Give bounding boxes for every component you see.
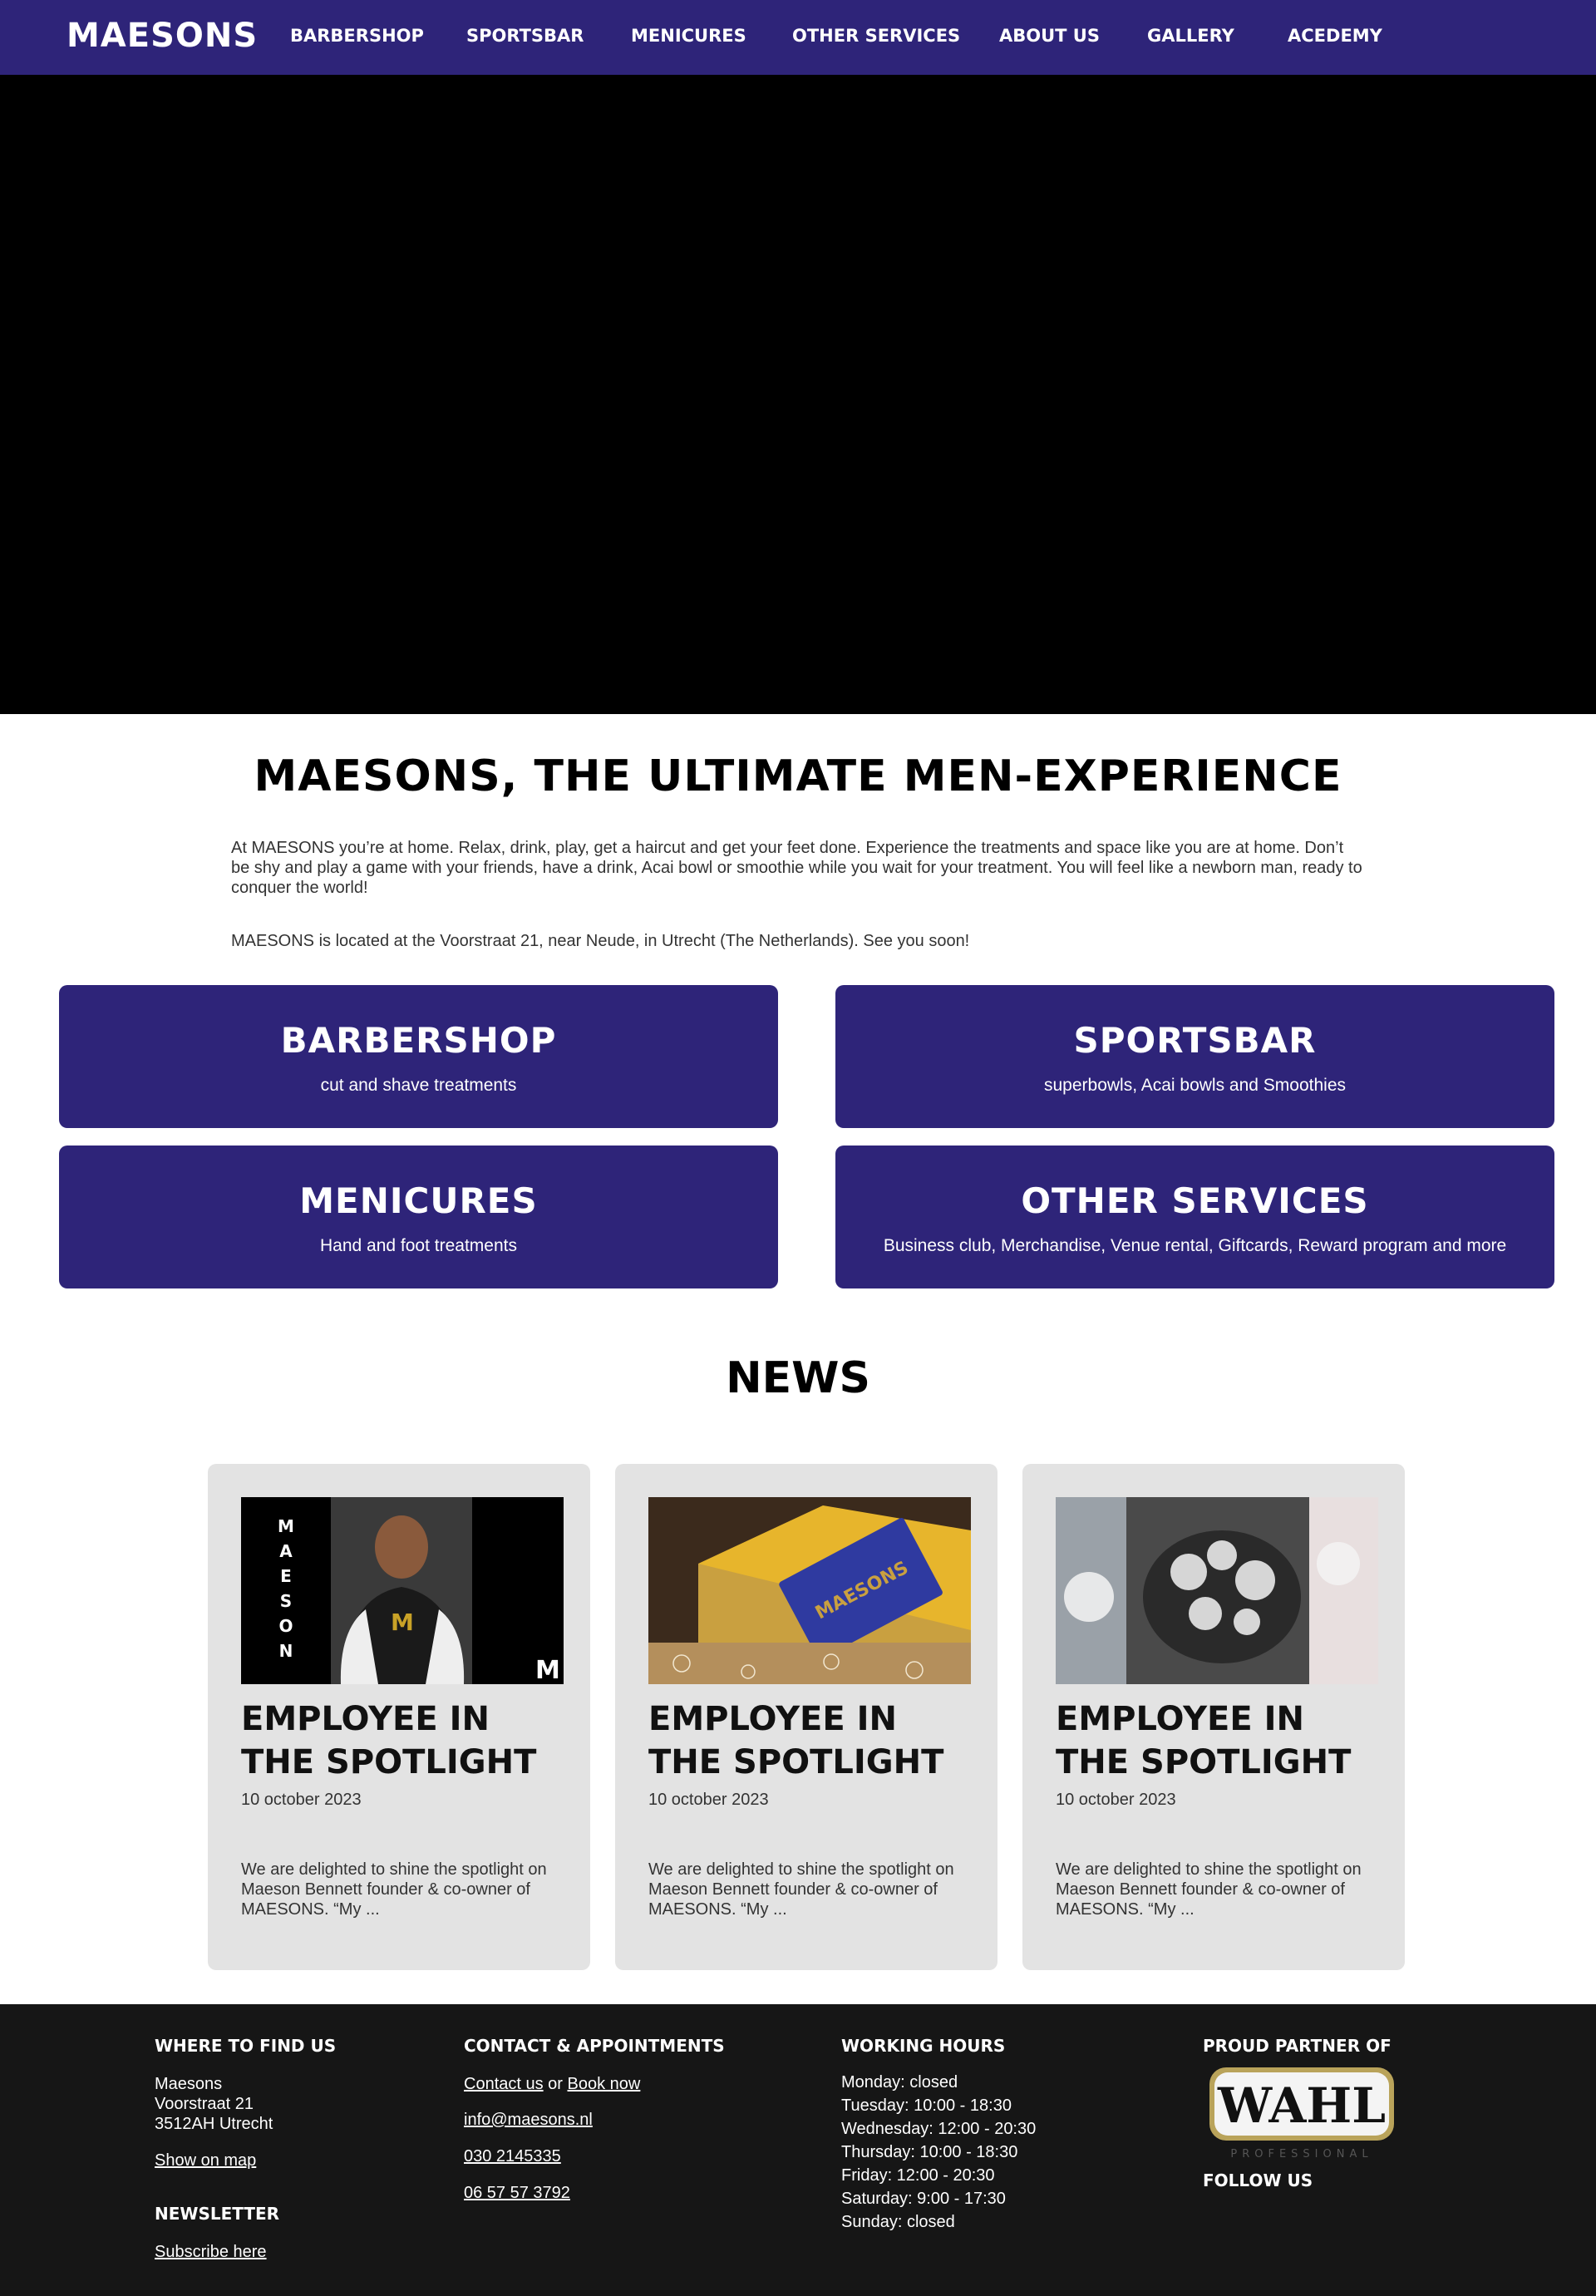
phone-link-1[interactable]: 030 2145335 <box>464 2147 561 2166</box>
site-footer: WHERE TO FIND US Maesons Voorstraat 21 3… <box>0 2004 1596 2296</box>
service-subtitle: Business club, Merchandise, Venue rental… <box>883 1236 1507 1255</box>
news-card[interactable]: EMPLOYEE IN THE SPOTLIGHT 10 october 202… <box>1022 1464 1405 1970</box>
news-date: 10 october 2023 <box>1056 1791 1176 1809</box>
wahl-logo-text: WAHL <box>1217 2077 1386 2134</box>
wahl-logo[interactable]: WAHL PROFESSIONAL <box>1206 2064 1397 2162</box>
hours-monday: Monday: closed <box>841 2073 958 2092</box>
svg-text:M: M <box>278 1516 294 1536</box>
news-card-title[interactable]: EMPLOYEE IN THE SPOTLIGHT <box>241 1697 574 1784</box>
phone-link-2[interactable]: 06 57 57 3792 <box>464 2184 570 2203</box>
hours-thursday: Thursday: 10:00 - 18:30 <box>841 2143 1018 2161</box>
intro-location-paragraph: MAESONS is located at the Voorstraat 21,… <box>231 932 970 950</box>
top-navigation: MAESONS BARBERSHOP SPORTSBAR MENICURES O… <box>0 0 1596 75</box>
news-date: 10 october 2023 <box>648 1791 769 1809</box>
book-now-link[interactable]: Book now <box>568 2075 641 2093</box>
nav-link-about-us[interactable]: ABOUT US <box>999 26 1100 46</box>
service-title: MENICURES <box>299 1180 538 1221</box>
hours-wednesday: Wednesday: 12:00 - 20:30 <box>841 2120 1037 2138</box>
nav-link-menicures[interactable]: MENICURES <box>631 26 746 46</box>
service-title: OTHER SERVICES <box>1021 1180 1369 1221</box>
email-link[interactable]: info@maesons.nl <box>464 2111 593 2130</box>
svg-text:S: S <box>280 1591 292 1611</box>
footer-contact-line: Contact us or Book now <box>464 2074 640 2094</box>
service-title: SPORTSBAR <box>1073 1020 1317 1061</box>
footer-contact-heading: CONTACT & APPOINTMENTS <box>464 2036 725 2056</box>
svg-text:M: M <box>535 1656 560 1684</box>
news-card-title[interactable]: EMPLOYEE IN THE SPOTLIGHT <box>1056 1697 1388 1784</box>
service-card-sportsbar[interactable]: SPORTSBAR superbowls, Acai bowls and Smo… <box>835 985 1554 1128</box>
service-card-menicures[interactable]: MENICURES Hand and foot treatments <box>59 1146 778 1288</box>
nav-link-other-services[interactable]: OTHER SERVICES <box>792 26 960 46</box>
news-card[interactable]: MAESONS EMPLOYEE IN THE SPOTLIGHT 10 oct… <box>615 1464 998 1970</box>
service-card-other-services[interactable]: OTHER SERVICES Business club, Merchandis… <box>835 1146 1554 1288</box>
service-subtitle: superbowls, Acai bowls and Smoothies <box>1043 1076 1347 1095</box>
svg-text:M: M <box>391 1609 414 1636</box>
svg-text:E: E <box>280 1566 292 1586</box>
svg-text:N: N <box>279 1641 293 1661</box>
contact-us-link[interactable]: Contact us <box>464 2075 544 2093</box>
news-date: 10 october 2023 <box>241 1791 362 1809</box>
working-hours-list: Monday: closed Tuesday: 10:00 - 18:30 We… <box>841 2071 1036 2234</box>
nav-link-sportsbar[interactable]: SPORTSBAR <box>466 26 584 46</box>
svg-text:O: O <box>278 1616 293 1636</box>
service-subtitle: Hand and foot treatments <box>320 1236 517 1255</box>
hero-video[interactable] <box>0 75 1596 714</box>
news-excerpt: We are delighted to shine the spotlight … <box>648 1860 954 1919</box>
news-image-giftcard[interactable]: MAESONS <box>648 1497 971 1684</box>
footer-address-name: Maesons <box>155 2075 223 2093</box>
service-subtitle: cut and shave treatments <box>320 1076 517 1095</box>
footer-partner-heading: PROUD PARTNER OF <box>1203 2036 1392 2056</box>
news-excerpt: We are delighted to shine the spotlight … <box>241 1860 547 1919</box>
subscribe-link[interactable]: Subscribe here <box>155 2243 267 2262</box>
hours-sunday: Sunday: closed <box>841 2213 955 2231</box>
news-excerpt: We are delighted to shine the spotlight … <box>1056 1860 1362 1919</box>
follow-us-heading: FOLLOW US <box>1203 2170 1313 2190</box>
site-logo[interactable]: MAESONS <box>66 17 258 55</box>
footer-or-text: or <box>548 2075 563 2093</box>
hours-saturday: Saturday: 9:00 - 17:30 <box>841 2190 1006 2208</box>
hours-friday: Friday: 12:00 - 20:30 <box>841 2166 995 2185</box>
intro-paragraph: At MAESONS you’re at home. Relax, drink,… <box>231 839 1362 897</box>
news-image-hairwash[interactable] <box>1056 1497 1378 1684</box>
footer-find-us-heading: WHERE TO FIND US <box>155 2036 337 2056</box>
svg-text:A: A <box>279 1541 293 1561</box>
news-card-title[interactable]: EMPLOYEE IN THE SPOTLIGHT <box>648 1697 981 1784</box>
wahl-logo-subtext: PROFESSIONAL <box>1230 2148 1372 2161</box>
nav-link-barbershop[interactable]: BARBERSHOP <box>290 26 424 46</box>
hours-tuesday: Tuesday: 10:00 - 18:30 <box>841 2096 1012 2115</box>
news-card[interactable]: M MAE SON M EMPLOYEE IN THE SPOTLIGHT 10… <box>208 1464 590 1970</box>
news-image-portrait[interactable]: M MAE SON M <box>241 1497 564 1684</box>
footer-address-street: Voorstraat 21 <box>155 2095 254 2113</box>
footer-hours-heading: WORKING HOURS <box>841 2036 1006 2056</box>
footer-newsletter-heading: NEWSLETTER <box>155 2204 280 2224</box>
show-on-map-link[interactable]: Show on map <box>155 2151 256 2170</box>
service-card-barbershop[interactable]: BARBERSHOP cut and shave treatments <box>59 985 778 1128</box>
nav-link-gallery[interactable]: GALLERY <box>1147 26 1234 46</box>
footer-address-city: 3512AH Utrecht <box>155 2115 273 2133</box>
service-title: BARBERSHOP <box>280 1020 557 1061</box>
news-section-title: NEWS <box>726 1353 870 1403</box>
nav-link-academy[interactable]: ACEDEMY <box>1288 26 1382 46</box>
intro-title: MAESONS, THE ULTIMATE MEN-EXPERIENCE <box>254 751 1342 801</box>
